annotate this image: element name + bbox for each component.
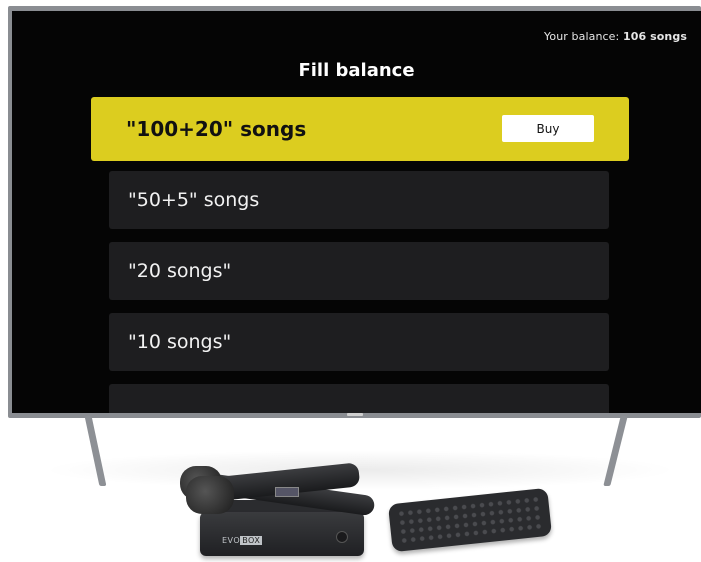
package-label: "100+20" songs <box>126 117 307 141</box>
tv-logo <box>347 413 363 416</box>
box-brand-logo: EVO BOX <box>222 536 263 545</box>
balance-indicator: Your balance: 106 songs <box>544 30 687 43</box>
microphone-display <box>275 487 299 497</box>
page-title: Fill balance <box>298 60 415 81</box>
power-knob-icon <box>336 531 348 543</box>
floor-shadow <box>40 450 680 490</box>
buy-button[interactable]: Buy <box>502 115 594 142</box>
package-100-20[interactable]: "100+20" songs Buy <box>91 97 629 161</box>
balance-label: Your balance: <box>544 30 623 43</box>
box-brand-left: EVO <box>222 536 241 545</box>
remote-keyboard <box>387 487 553 553</box>
remote-keys-icon <box>396 494 544 546</box>
package-10[interactable]: "10 songs" <box>109 313 609 371</box>
package-label: "50+5" songs <box>128 189 260 211</box>
package-50-5[interactable]: "50+5" songs <box>109 171 609 229</box>
balance-value: 106 songs <box>622 30 687 43</box>
box-brand-right: BOX <box>240 536 263 545</box>
microphone-head-icon <box>186 476 234 514</box>
package-partial[interactable] <box>109 384 609 413</box>
package-20[interactable]: "20 songs" <box>109 242 609 300</box>
package-label: "10 songs" <box>128 331 232 353</box>
package-label: "20 songs" <box>128 260 232 282</box>
tv-screen: Your balance: 106 songs Fill balance "10… <box>12 11 701 413</box>
